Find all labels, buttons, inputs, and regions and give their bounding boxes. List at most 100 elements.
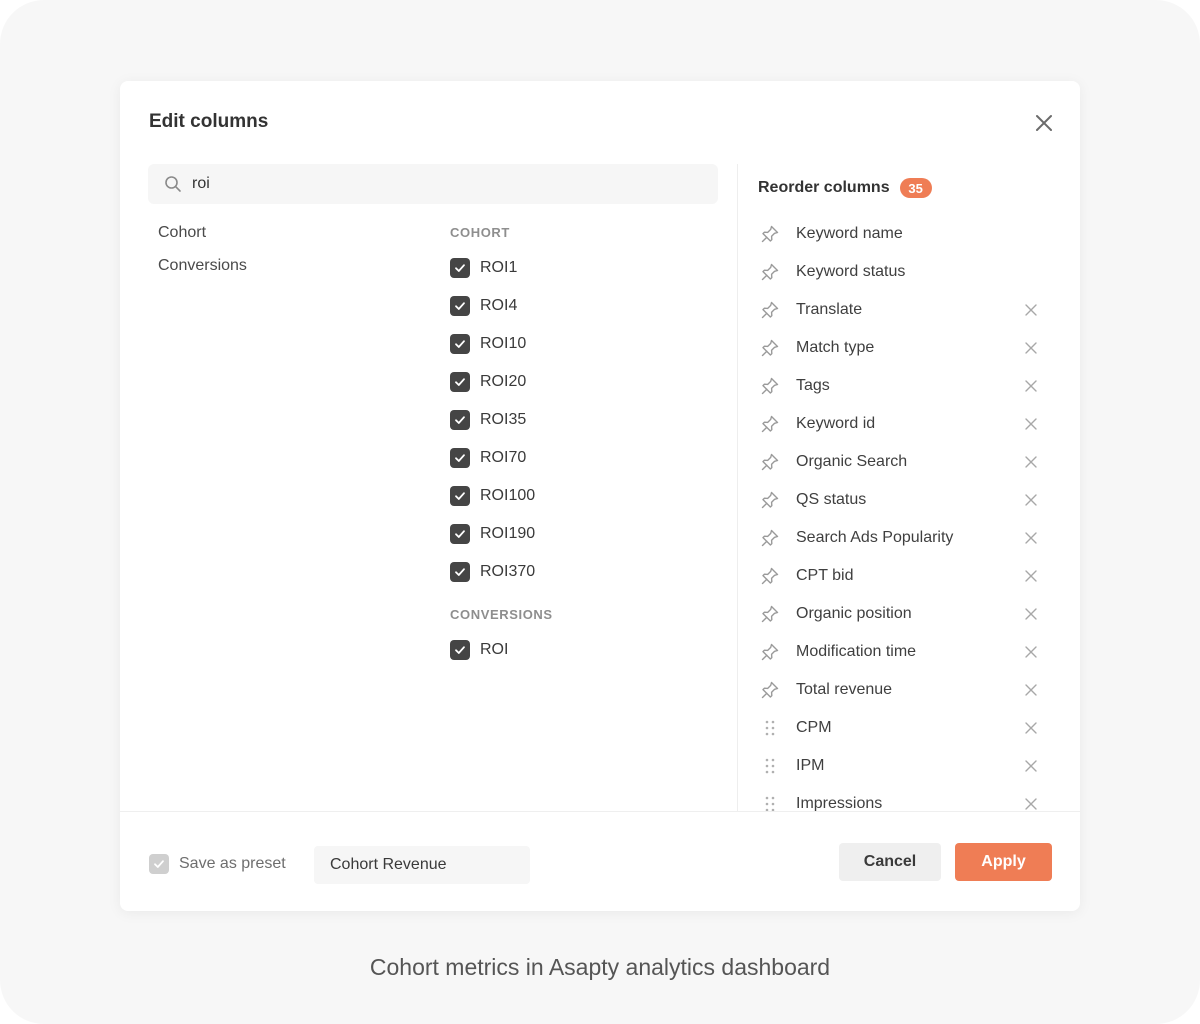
drag-handle-icon[interactable] [760, 718, 780, 738]
save-preset-label: Save as preset [179, 855, 286, 872]
reorder-item[interactable]: Keyword id [760, 405, 1050, 443]
pin-icon [761, 643, 779, 661]
remove-column-button[interactable] [1024, 645, 1038, 659]
column-checkbox-row[interactable]: ROI100 [450, 485, 535, 507]
remove-column-button[interactable] [1024, 531, 1038, 545]
close-button[interactable] [1032, 111, 1056, 135]
pin-icon [761, 225, 779, 243]
column-checkbox[interactable] [450, 258, 470, 278]
reorder-item-lead[interactable] [760, 709, 796, 747]
reorder-item-label: Keyword status [796, 263, 906, 280]
reorder-item-label: Total revenue [796, 681, 893, 698]
reorder-item[interactable]: CPT bid [760, 557, 1050, 595]
apply-button[interactable]: Apply [955, 843, 1052, 881]
remove-icon [1025, 418, 1037, 430]
reorder-item[interactable]: IPM [760, 747, 1050, 785]
column-checkbox[interactable] [450, 524, 470, 544]
pin-icon [761, 491, 779, 509]
column-checkbox-label: ROI10 [480, 335, 527, 352]
reorder-item[interactable]: Organic position [760, 595, 1050, 633]
reorder-item-lead[interactable] [760, 215, 796, 253]
column-checkbox[interactable] [450, 562, 470, 582]
reorder-item[interactable]: Impressions [760, 785, 1050, 823]
reorder-item-lead[interactable] [760, 747, 796, 785]
column-checkbox[interactable] [450, 334, 470, 354]
reorder-item[interactable]: CPM [760, 709, 1050, 747]
remove-column-button[interactable] [1024, 721, 1038, 735]
remove-column-button[interactable] [1024, 493, 1038, 507]
preset-name-input[interactable] [314, 846, 530, 884]
remove-column-button[interactable] [1024, 683, 1038, 697]
pin-icon [761, 377, 779, 395]
remove-column-button[interactable] [1024, 455, 1038, 469]
pin-icon [761, 263, 779, 281]
reorder-item-label: CPT bid [796, 567, 854, 584]
reorder-item-lead[interactable] [760, 481, 796, 519]
check-icon [455, 646, 465, 654]
column-checkbox-label: ROI1 [480, 259, 518, 276]
save-preset-checkbox[interactable] [149, 854, 169, 874]
reorder-item-lead[interactable] [760, 671, 796, 709]
column-checkbox[interactable] [450, 296, 470, 316]
category-item-cohort[interactable]: Cohort [158, 223, 247, 256]
reorder-item[interactable]: Total revenue [760, 671, 1050, 709]
column-checkbox-row[interactable]: ROI10 [450, 333, 526, 355]
reorder-item[interactable]: Search Ads Popularity [760, 519, 1050, 557]
remove-column-button[interactable] [1024, 379, 1038, 393]
column-checkbox[interactable] [450, 410, 470, 430]
reorder-item-label: IPM [796, 757, 825, 774]
remove-column-button[interactable] [1024, 607, 1038, 621]
reorder-item[interactable]: QS status [760, 481, 1050, 519]
column-checkbox-row[interactable]: ROI35 [450, 409, 526, 431]
reorder-item[interactable]: Match type [760, 329, 1050, 367]
cancel-button[interactable]: Cancel [839, 843, 941, 881]
remove-column-button[interactable] [1024, 569, 1038, 583]
reorder-item-lead[interactable] [760, 329, 796, 367]
reorder-item-lead[interactable] [760, 595, 796, 633]
column-checkbox-row[interactable]: ROI190 [450, 523, 535, 545]
reorder-item[interactable]: Tags [760, 367, 1050, 405]
remove-column-button[interactable] [1024, 417, 1038, 431]
category-item-conversions[interactable]: Conversions [158, 256, 247, 289]
reorder-item[interactable]: Modification time [760, 633, 1050, 671]
reorder-item[interactable]: Keyword name [760, 215, 1050, 253]
panel-divider [737, 164, 738, 812]
reorder-item-label: Translate [796, 301, 863, 318]
reorder-item[interactable]: Translate [760, 291, 1050, 329]
column-checkbox[interactable] [450, 640, 470, 660]
reorder-item-label: Organic position [796, 605, 912, 622]
reorder-item-lead[interactable] [760, 785, 796, 823]
reorder-item-lead[interactable] [760, 367, 796, 405]
remove-icon [1025, 304, 1037, 316]
reorder-item[interactable]: Keyword status [760, 253, 1050, 291]
reorder-item[interactable]: Organic Search [760, 443, 1050, 481]
reorder-item-label: CPM [796, 719, 832, 736]
reorder-item-lead[interactable] [760, 557, 796, 595]
search-input[interactable] [192, 164, 702, 204]
reorder-item-lead[interactable] [760, 633, 796, 671]
column-checkbox-row[interactable]: ROI [450, 639, 508, 661]
column-checkbox-row[interactable]: ROI4 [450, 295, 517, 317]
drag-handle-icon[interactable] [760, 756, 780, 776]
pin-icon [761, 681, 779, 699]
column-checkbox-row[interactable]: ROI70 [450, 447, 526, 469]
remove-icon [1025, 494, 1037, 506]
reorder-item-lead[interactable] [760, 253, 796, 291]
remove-icon [1025, 342, 1037, 354]
column-checkbox-row[interactable]: ROI20 [450, 371, 526, 393]
column-checkbox-row[interactable]: ROI370 [450, 561, 535, 583]
caption: Cohort metrics in Asapty analytics dashb… [369, 954, 831, 980]
column-checkbox[interactable] [450, 448, 470, 468]
reorder-item-lead[interactable] [760, 443, 796, 481]
reorder-item-lead[interactable] [760, 291, 796, 329]
column-checkbox-row[interactable]: ROI1 [450, 257, 517, 279]
remove-column-button[interactable] [1024, 303, 1038, 317]
remove-column-button[interactable] [1024, 797, 1038, 811]
reorder-item-lead[interactable] [760, 405, 796, 443]
column-checkbox[interactable] [450, 372, 470, 392]
reorder-item-lead[interactable] [760, 519, 796, 557]
column-checkbox[interactable] [450, 486, 470, 506]
check-icon [154, 860, 164, 868]
remove-column-button[interactable] [1024, 341, 1038, 355]
remove-column-button[interactable] [1024, 759, 1038, 773]
